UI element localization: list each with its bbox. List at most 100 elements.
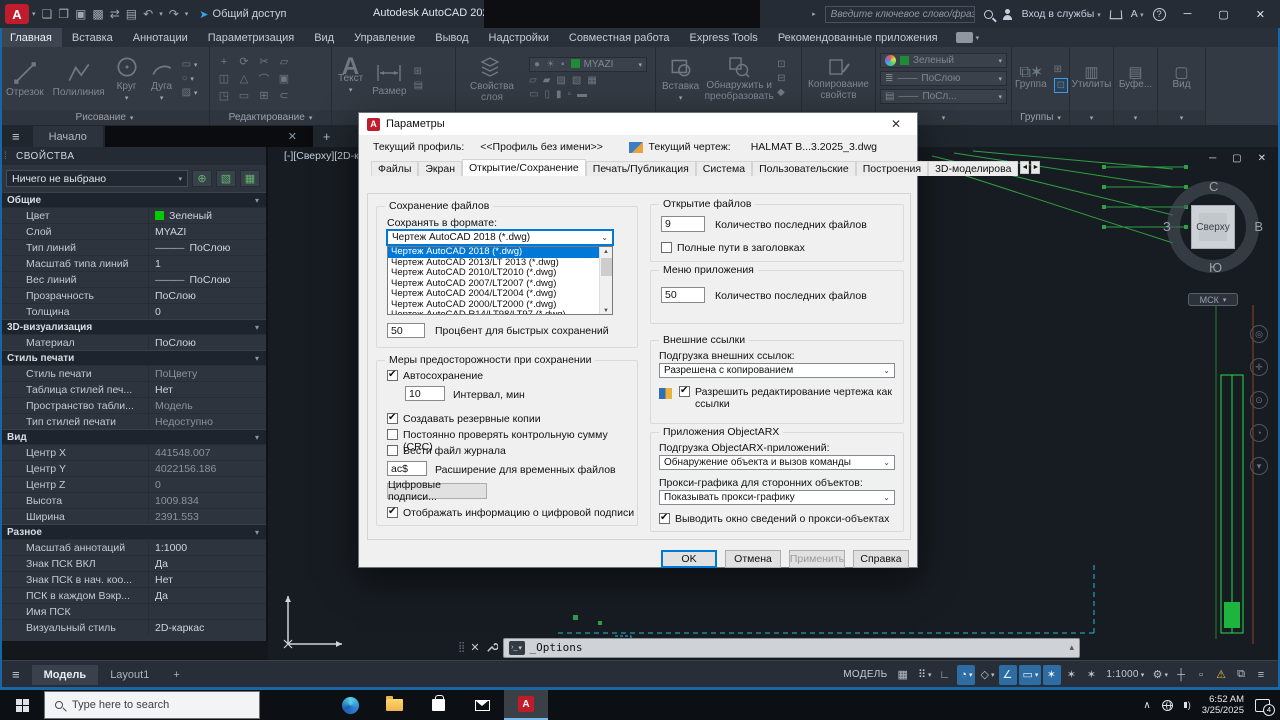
explode-icon[interactable]: ▣	[279, 72, 289, 85]
recent-files-input[interactable]: 9	[661, 216, 705, 232]
help-button[interactable]: Справка	[853, 550, 909, 568]
layer-properties-button[interactable]: Свойства слоя	[460, 54, 524, 103]
model-space-label[interactable]: МОДЕЛЬ	[840, 665, 892, 685]
section-view[interactable]: Вид▾	[0, 429, 266, 444]
dynamic-input-icon[interactable]: ▭▾	[1019, 665, 1041, 685]
format-option[interactable]: Чертеж AutoCAD 2004/LT2004 (*.dwg)	[388, 289, 600, 300]
isodraft-icon[interactable]: ◇▾	[977, 665, 997, 685]
ribbon-tab[interactable]: Управление	[344, 28, 425, 47]
panel-label-groups[interactable]: Группы▾	[1012, 110, 1069, 125]
erase-icon[interactable]: ▱	[280, 55, 288, 68]
insert-button[interactable]: Вставка▾	[660, 54, 701, 104]
search-icon[interactable]	[984, 10, 993, 19]
circle-button[interactable]: Круг▾	[112, 54, 142, 104]
format-option[interactable]: Чертеж AutoCAD 2013/LT 2013 (*.dwg)	[388, 258, 600, 269]
autocad-taskbar-icon[interactable]: A	[504, 690, 548, 720]
section-plot-style[interactable]: Стиль печати▾	[0, 350, 266, 365]
group-select-icon[interactable]: ⊡	[1054, 78, 1068, 93]
leader-tool-icon[interactable]: ⊞	[414, 66, 423, 77]
offset-icon[interactable]: ⊂	[279, 89, 288, 102]
lineweight-combo[interactable]: ≣——ПоСлою▾	[880, 71, 1007, 86]
text-button[interactable]: AТекст▾	[336, 61, 365, 96]
utilities-button[interactable]: ▥Утилиты	[1070, 67, 1113, 90]
ribbon-tab[interactable]: Аннотации	[123, 28, 198, 47]
tab-scroll-right-icon[interactable]: ►	[1031, 161, 1040, 174]
customization-icon[interactable]: ≡	[1253, 665, 1271, 685]
line-button[interactable]: Отрезок	[4, 60, 46, 98]
xref-demand-combo[interactable]: Разрешена с копированием⌄	[659, 363, 895, 378]
menu-recent-input[interactable]: 50	[661, 287, 705, 303]
snap-icon[interactable]: ⠿▾	[915, 665, 935, 685]
ortho-icon[interactable]: ∟	[937, 665, 956, 685]
proxy-info-checkbox[interactable]: Выводить окно сведений о прокси-объектах	[659, 513, 889, 525]
transfer-icon[interactable]: ⇄	[107, 7, 123, 21]
mail-taskbar-icon[interactable]	[460, 690, 504, 720]
save-as-icon[interactable]: ▩	[89, 7, 106, 21]
layer-tools-row[interactable]: ▱▰▨▧▦	[529, 75, 647, 86]
isolate-objects-icon[interactable]: ▫	[1193, 665, 1211, 685]
object-color-combo[interactable]: Зеленый▾	[880, 53, 1007, 68]
new-drawing-tab-button[interactable]: +	[314, 125, 340, 147]
format-option[interactable]: Чертеж AutoCAD 2010/LT2010 (*.dwg)	[388, 268, 600, 279]
backup-checkbox[interactable]: Создавать резервные копии	[387, 413, 541, 425]
redo-icon[interactable]: ↷	[166, 7, 182, 21]
start-tab[interactable]: Начало	[33, 126, 103, 147]
panel-label-view[interactable]: ▾	[1158, 110, 1205, 125]
group-button[interactable]: ⧉✶Группа	[1013, 67, 1049, 90]
wcs-selector[interactable]: МСК▾	[1188, 293, 1238, 306]
store-cart-icon[interactable]	[1109, 10, 1122, 19]
sign-in-avatar-icon[interactable]	[1002, 9, 1013, 20]
command-prompt-icon[interactable]: ›_▾	[509, 641, 525, 655]
digital-signatures-button[interactable]: Цифровые подписи...	[387, 483, 487, 499]
open-icon[interactable]: ❐	[55, 7, 72, 21]
temp-extension-input[interactable]: ac$	[387, 461, 427, 476]
store-taskbar-icon[interactable]	[416, 690, 460, 720]
fullpath-checkbox[interactable]: Полные пути в заголовках	[661, 242, 805, 254]
object-snap-tracking-icon[interactable]: ∠	[999, 665, 1017, 685]
ribbon-tab[interactable]: Главная	[0, 28, 62, 47]
command-input[interactable]: ›_▾ _Options ▴	[503, 638, 1080, 658]
autodesk-assistant-icon[interactable]: A ▾	[1131, 8, 1144, 20]
cancel-button[interactable]: Отмена	[725, 550, 781, 568]
viewcube[interactable]: С Ю З В Сверху	[1167, 181, 1259, 273]
annotation-scale-label[interactable]: 1:1000▾	[1103, 665, 1147, 685]
annotation-visibility-icon[interactable]: ✶	[1043, 665, 1061, 685]
clean-screen-icon[interactable]: ⧉	[1233, 665, 1251, 685]
zoom-icon[interactable]: ⊙	[1250, 391, 1268, 409]
hatch-tool-icon[interactable]: ▨ ▾	[182, 87, 198, 98]
move-icon[interactable]: +	[221, 56, 227, 68]
help-search-input[interactable]: Введите ключевое слово/фразу	[825, 6, 975, 23]
app-menu-caret-icon[interactable]: ▾	[29, 10, 39, 18]
doc-close-icon[interactable]: ✕	[1258, 153, 1266, 164]
maximize-button[interactable]: ▢	[1209, 8, 1237, 21]
section-general[interactable]: Общие▾	[0, 192, 266, 207]
format-option[interactable]: Чертеж AutoCAD R14/LT98/LT97 (*.dwg)	[388, 310, 600, 315]
proxy-graphics-combo[interactable]: Показывать прокси-графику⌄	[659, 490, 895, 505]
ribbon-tab[interactable]: Вывод	[425, 28, 478, 47]
help-icon[interactable]: ?	[1153, 8, 1166, 21]
model-tab[interactable]: Модель	[32, 665, 99, 685]
fillet-icon[interactable]: ⌒	[259, 71, 270, 87]
palette-title[interactable]: СВОЙСТВА	[0, 147, 266, 165]
detect-convert-button[interactable]: Обнаружить и преобразовать	[706, 55, 772, 102]
dialog-tab[interactable]: Файлы	[371, 161, 418, 176]
steering-wheel-icon[interactable]: ◎	[1250, 325, 1268, 343]
search-history-icon[interactable]: ▸	[812, 10, 816, 18]
arx-demand-combo[interactable]: Обнаружение объекта и вызов команды⌄	[659, 455, 895, 470]
selection-filter-combo[interactable]: Ничего не выбрано▾	[6, 170, 188, 187]
copy-icon[interactable]: ◫	[219, 72, 229, 85]
view-button[interactable]: ▢Вид	[1170, 67, 1192, 90]
close-button[interactable]: ✕	[1247, 8, 1274, 21]
menu-icon[interactable]: ≡	[0, 125, 32, 147]
viewcube-north[interactable]: С	[1209, 179, 1218, 194]
dimension-button[interactable]: Размер	[370, 61, 408, 97]
viewcube-east[interactable]: В	[1254, 219, 1263, 234]
layer-combo[interactable]: ●☀▪ MYAZI▾	[529, 57, 647, 72]
select-objects-icon[interactable]: ▧	[216, 170, 236, 187]
file-explorer-taskbar-icon[interactable]	[372, 690, 416, 720]
ribbon-tab[interactable]: Express Tools	[680, 28, 768, 47]
table-tool-icon[interactable]: ▤	[414, 80, 423, 91]
trim-icon[interactable]: ✂	[259, 55, 268, 68]
cmd-history-icon[interactable]: ▴	[1069, 642, 1074, 653]
panel-label-clipboard[interactable]: ▾	[1114, 110, 1157, 125]
